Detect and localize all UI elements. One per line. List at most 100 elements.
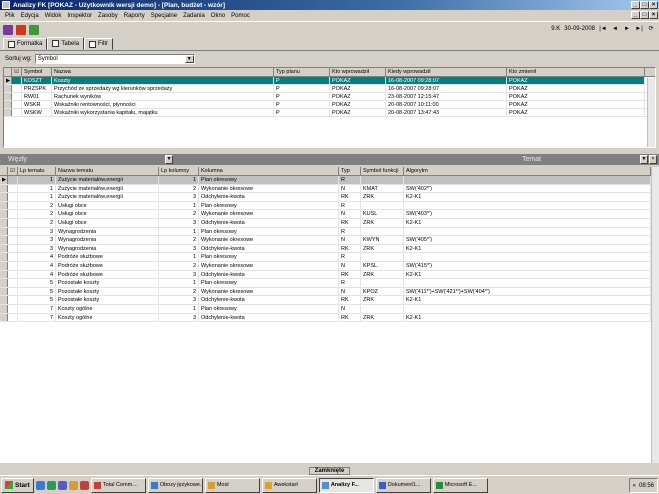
- select-all-checkbox[interactable]: ☑: [12, 68, 22, 76]
- taskbar-task[interactable]: Analizy F...: [318, 477, 374, 493]
- taskbar-task[interactable]: Total Comm...: [90, 477, 146, 493]
- panel-dropdown-button[interactable]: ▼: [640, 155, 648, 164]
- row-checkbox[interactable]: [8, 304, 18, 313]
- taskbar-task[interactable]: Microsoft E...: [432, 477, 488, 493]
- col-lp-tematu[interactable]: Lp tematu: [18, 167, 56, 175]
- row-checkbox[interactable]: [8, 184, 18, 193]
- table-row[interactable]: 3 Wynagrodzenia 2 Wykonanie okresowe N KWYN SW…: [0, 236, 659, 245]
- table-row[interactable]: RW01 Rachunek wyników P POKAZ 23-08-2007 12:…: [4, 93, 655, 101]
- form-icon[interactable]: [3, 25, 13, 35]
- panel-close-button[interactable]: ×: [649, 155, 657, 164]
- col-kiedy-wprowadzil[interactable]: Kiedy wprowadził: [386, 68, 507, 76]
- taskbar-task[interactable]: Awekstart: [261, 477, 317, 493]
- row-checkbox[interactable]: [12, 77, 22, 84]
- sort-select[interactable]: Symbol ▼: [34, 54, 195, 64]
- menu-edycja[interactable]: Edycja: [18, 13, 42, 19]
- table-row[interactable]: 5 Pozostałe koszty 3 Odchylenie-kwota RK ZRK K…: [0, 296, 659, 305]
- run-icon[interactable]: [29, 25, 39, 35]
- row-checkbox[interactable]: [8, 210, 18, 218]
- row-checkbox[interactable]: [8, 296, 18, 304]
- table-row[interactable]: 2 Usługi obce 1 Plan okresowy R: [0, 201, 659, 211]
- col-kto-zmienil[interactable]: Kto zmienił: [507, 68, 645, 76]
- ie-icon[interactable]: [35, 480, 45, 490]
- prev-record-button[interactable]: ◄: [611, 26, 619, 32]
- tab-formatka[interactable]: Formatka: [3, 38, 48, 50]
- menu-pomoc[interactable]: Pomoc: [228, 13, 253, 19]
- taskbar-task[interactable]: Dokument1...: [375, 477, 431, 493]
- row-checkbox[interactable]: [8, 244, 18, 253]
- table-row[interactable]: 2 Usługi obce 3 Odchylenie-kwota RK ZRK K2-K1: [0, 218, 659, 228]
- mdi-maximize-button[interactable]: □: [640, 11, 649, 19]
- col-symbol-funkcji[interactable]: Symbol funkcji: [361, 167, 404, 175]
- table-row[interactable]: ▶ KOSZT Koszty P POKAZ 16-08-2007 09:28:07 POK…: [4, 77, 655, 85]
- nodes-dropdown-button[interactable]: ▼: [165, 155, 173, 164]
- table-row[interactable]: 4 Podróże służbowe 2 Wykonanie okresowe N KPS…: [0, 261, 659, 271]
- col-nazwa[interactable]: Nazwa: [52, 68, 274, 76]
- mdi-close-button[interactable]: ×: [649, 11, 658, 19]
- first-record-button[interactable]: |◄: [599, 26, 607, 32]
- table-row[interactable]: ▶ 1 Zużycie materiałów,energii 1 Plan okreso…: [0, 176, 659, 185]
- mdi-minimize-button[interactable]: _: [631, 11, 640, 19]
- clock[interactable]: 08:56: [639, 483, 654, 489]
- table-row[interactable]: 2 Usługi obce 2 Wykonanie okresowe N KUSL SW('…: [0, 210, 659, 219]
- col-nazwa-tematu[interactable]: Nazwa tematu: [56, 167, 159, 175]
- menu-raporty[interactable]: Raporty: [121, 13, 148, 19]
- tab-tabela[interactable]: Tabela: [47, 37, 85, 50]
- row-checkbox[interactable]: [8, 193, 18, 201]
- start-button[interactable]: Start: [1, 477, 34, 493]
- table-row[interactable]: 7 Koszty ogólne 3 Odchylenie-kwota RK ZRK K2-K…: [0, 313, 659, 323]
- window-titlebar[interactable]: Analizy FK [POKAZ - Użytkownik wersji de…: [0, 0, 659, 10]
- table-row[interactable]: 5 Pozostałe koszty 2 Wykonanie okresowe N KPO…: [0, 287, 659, 297]
- row-checkbox[interactable]: [12, 85, 22, 92]
- menu-plik[interactable]: Plik: [2, 13, 18, 19]
- row-checkbox[interactable]: [8, 176, 18, 184]
- close-button[interactable]: ×: [649, 1, 658, 9]
- last-record-button[interactable]: ►|: [635, 26, 643, 32]
- menu-inspektor[interactable]: Inspektor: [64, 13, 95, 19]
- row-checkbox[interactable]: [8, 227, 18, 236]
- table-row[interactable]: 1 Zużycie materiałów,energii 2 Wykonanie ok…: [0, 184, 659, 194]
- col-lp-kolumny[interactable]: Lp kolumny: [159, 167, 199, 175]
- table-row[interactable]: 4 Podróże służbowe 1 Plan okresowy R: [0, 253, 659, 262]
- menu-widok[interactable]: Widok: [42, 13, 65, 19]
- table-row[interactable]: 7 Koszty ogólne 1 Plan okresowy N: [0, 304, 659, 314]
- row-checkbox[interactable]: [8, 261, 18, 270]
- col-typ-planu[interactable]: Typ planu: [274, 68, 330, 76]
- table-row[interactable]: WSKW Wskaźniki wykorzystania kapitału, ma…: [4, 109, 655, 117]
- row-checkbox[interactable]: [12, 109, 22, 116]
- row-checkbox[interactable]: [8, 253, 18, 261]
- table-row[interactable]: PRZSPK Przychód ze sprzedaży wg kierunków…: [4, 85, 655, 93]
- menu-specjalne[interactable]: Specjalne: [148, 13, 180, 19]
- folder-icon[interactable]: [68, 480, 78, 490]
- taskbar-task[interactable]: Obozy językowe...: [147, 477, 203, 493]
- chevron-down-icon[interactable]: ▼: [184, 55, 194, 63]
- table-row[interactable]: 5 Pozostałe koszty 1 Plan okresowy R: [0, 279, 659, 288]
- table-row[interactable]: 3 Wynagrodzenia 3 Odchylenie-kwota RK ZRK K2-K…: [0, 244, 659, 254]
- tray-icons[interactable]: «: [633, 483, 636, 489]
- row-checkbox[interactable]: [8, 279, 18, 287]
- maximize-button[interactable]: □: [640, 1, 649, 9]
- closed-tab[interactable]: Zamknięte: [308, 466, 351, 475]
- table-row[interactable]: WSKR Wskaźniki rentowności, płynności P POK…: [4, 101, 655, 109]
- menu-zasoby[interactable]: Zasoby: [95, 13, 121, 19]
- tab-filtr[interactable]: Filtr: [84, 38, 114, 50]
- media-icon[interactable]: [46, 480, 56, 490]
- taskbar-task[interactable]: Most: [204, 477, 260, 493]
- row-checkbox[interactable]: [8, 270, 18, 279]
- row-checkbox[interactable]: [8, 218, 18, 227]
- table-row[interactable]: 3 Wynagrodzenia 1 Plan okresowy R: [0, 227, 659, 237]
- topics-table-scrollbar[interactable]: [651, 167, 659, 463]
- select-all-checkbox[interactable]: ☑: [8, 167, 18, 175]
- table-row[interactable]: 1 Zużycie materiałów,energii 3 Odchylenie-k…: [0, 193, 659, 202]
- refresh-button[interactable]: ⟳: [647, 25, 655, 32]
- row-checkbox[interactable]: [8, 287, 18, 296]
- row-checkbox[interactable]: [12, 101, 22, 108]
- col-kto-wprowadzil[interactable]: Kto wprowadził: [330, 68, 386, 76]
- row-checkbox[interactable]: [8, 313, 18, 322]
- minimize-button[interactable]: _: [631, 1, 640, 9]
- row-checkbox[interactable]: [12, 93, 22, 100]
- menu-zadania[interactable]: Zadania: [180, 13, 208, 19]
- app-quicklaunch-icon[interactable]: [79, 480, 89, 490]
- row-checkbox[interactable]: [8, 201, 18, 210]
- table-row[interactable]: 4 Podróże służbowe 3 Odchylenie-kwota RK ZRK K…: [0, 270, 659, 280]
